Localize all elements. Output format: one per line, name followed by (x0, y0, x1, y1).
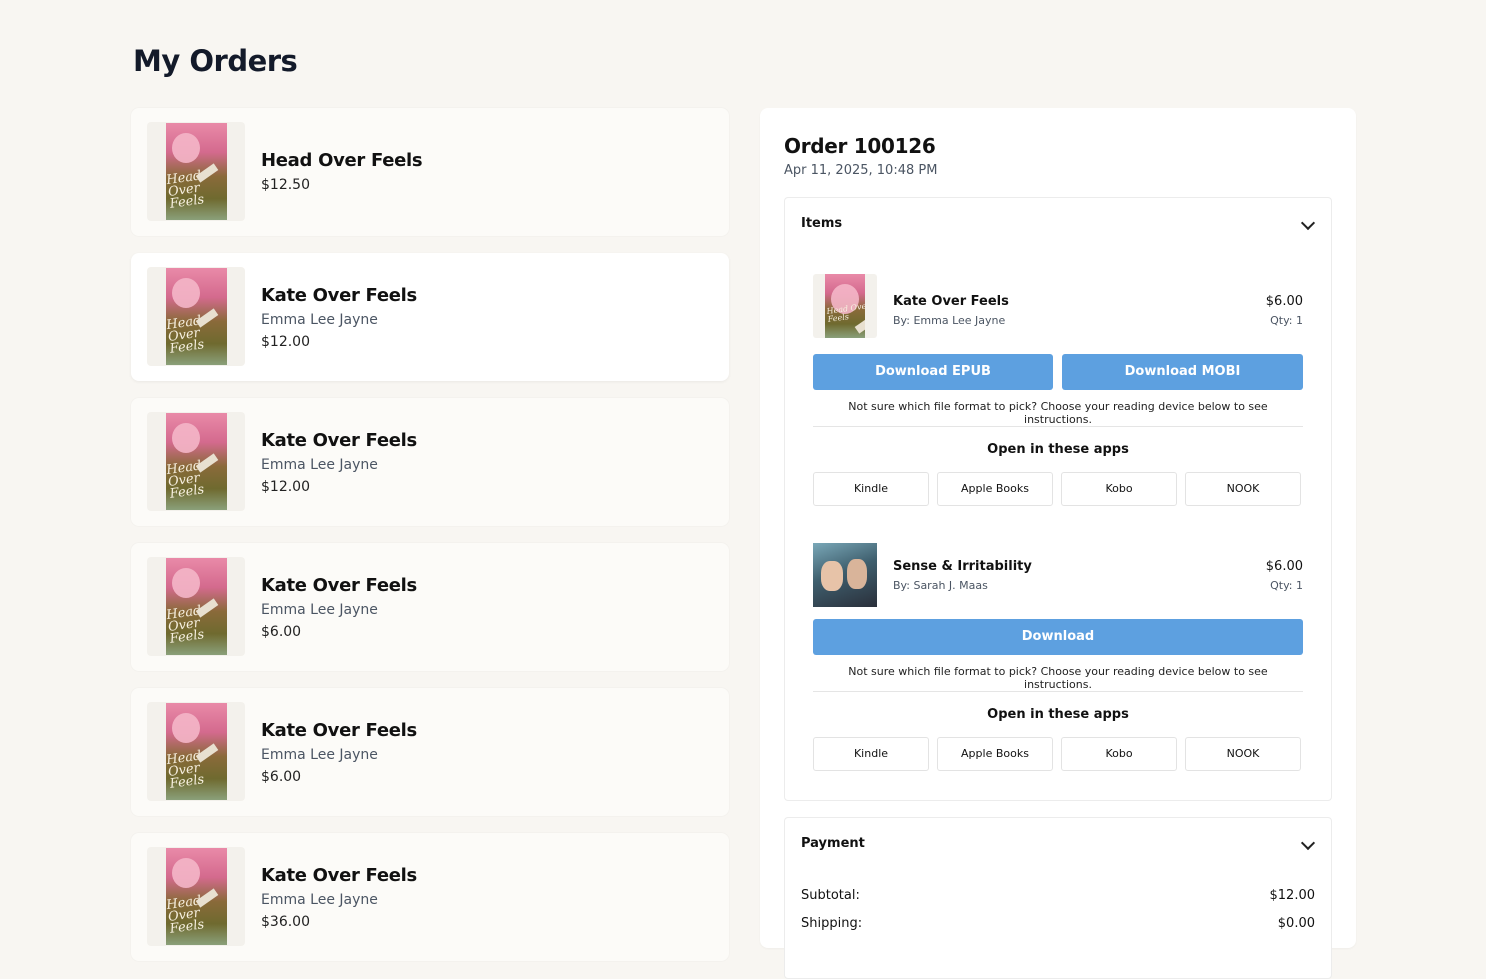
format-hint: Not sure which file format to pick? Choo… (848, 400, 1268, 426)
apps-title: Open in these apps (987, 442, 1129, 457)
order-author: Emma Lee Jayne (261, 457, 378, 473)
shipping-label: Shipping: (801, 916, 863, 931)
order-number: Order 100126 (784, 134, 936, 158)
item-author: By: Sarah J. Maas (893, 579, 988, 592)
order-card[interactable]: Head Over Feels Kate Over Feels Emma Lee… (131, 688, 729, 816)
payment-section: Payment Subtotal: $12.00 Shipping: $0.00 (784, 817, 1332, 979)
kindle-button[interactable]: Kindle (813, 472, 929, 506)
order-title: Kate Over Feels (261, 285, 417, 306)
chevron-down-icon[interactable] (1300, 215, 1316, 231)
format-hint: Not sure which file format to pick? Choo… (848, 665, 1268, 691)
divider (813, 691, 1303, 692)
book-cover-image: Head Over Feels (825, 274, 865, 338)
book-cover-image: Head Over Feels (165, 413, 227, 510)
kobo-button[interactable]: Kobo (1061, 472, 1177, 506)
book-cover-image: Head Over Feels (165, 558, 227, 655)
subtotal-value: $12.00 (1269, 888, 1316, 903)
item-price: $6.00 (1265, 559, 1303, 574)
download-epub-button[interactable]: Download EPUB (813, 354, 1053, 390)
order-title: Kate Over Feels (261, 720, 417, 741)
order-cover: Head Over Feels (147, 267, 245, 366)
nook-button[interactable]: NOOK (1185, 737, 1301, 771)
order-price: $12.00 (261, 479, 310, 495)
kobo-button[interactable]: Kobo (1061, 737, 1177, 771)
book-cover-image: Head Over Feels (165, 123, 227, 220)
order-detail-panel: Order 100126 Apr 11, 2025, 10:48 PM Item… (760, 108, 1356, 979)
item-qty: Qty: 1 (1270, 314, 1303, 327)
chevron-down-icon[interactable] (1300, 835, 1316, 851)
order-cover: Head Over Feels (147, 412, 245, 511)
order-price: $12.50 (261, 177, 310, 193)
order-item: Head Over Feels Kate Over Feels By: Emma… (813, 274, 1303, 506)
apple-books-button[interactable]: Apple Books (937, 737, 1053, 771)
order-price: $6.00 (261, 769, 302, 785)
book-cover-image: Head Over Feels (165, 703, 227, 800)
item-price: $6.00 (1265, 294, 1303, 309)
shipping-value: $0.00 (1277, 916, 1315, 931)
payment-section-header[interactable]: Payment (801, 836, 865, 851)
apps-title: Open in these apps (987, 707, 1129, 722)
order-cover: Head Over Feels (147, 702, 245, 801)
items-section-header[interactable]: Items (801, 216, 842, 231)
download-button[interactable]: Download (813, 619, 1303, 655)
order-card[interactable]: Head Over Feels Kate Over Feels Emma Lee… (131, 398, 729, 526)
page-title: My Orders (133, 44, 298, 78)
order-price: $6.00 (261, 624, 302, 640)
order-item: Sense & Irritability By: Sarah J. Maas $… (813, 543, 1303, 773)
order-title: Head Over Feels (261, 150, 423, 171)
order-card[interactable]: Head Over Feels Head Over Feels $12.50 (131, 108, 729, 236)
order-title: Kate Over Feels (261, 575, 417, 596)
order-cover: Head Over Feels (147, 847, 245, 946)
order-author: Emma Lee Jayne (261, 312, 378, 328)
order-cover: Head Over Feels (147, 122, 245, 221)
order-author: Emma Lee Jayne (261, 602, 378, 618)
apple-books-button[interactable]: Apple Books (937, 472, 1053, 506)
book-cover-image: Head Over Feels (165, 268, 227, 365)
order-card[interactable]: Head Over Feels Kate Over Feels Emma Lee… (131, 543, 729, 671)
order-card[interactable]: Head Over Feels Kate Over Feels Emma Lee… (131, 833, 729, 961)
order-cover: Head Over Feels (147, 557, 245, 656)
item-cover (813, 543, 877, 607)
order-author: Emma Lee Jayne (261, 747, 378, 763)
items-section: Items Head Over Feels Kate Over Feels By… (784, 197, 1332, 801)
order-title: Kate Over Feels (261, 430, 417, 451)
kindle-button[interactable]: Kindle (813, 737, 929, 771)
book-cover-image: Head Over Feels (165, 848, 227, 945)
subtotal-row: Subtotal: $12.00 (801, 888, 1315, 903)
order-author: Emma Lee Jayne (261, 892, 378, 908)
orders-list: Head Over Feels Head Over Feels $12.50 H… (131, 108, 729, 978)
item-cover: Head Over Feels (813, 274, 877, 338)
download-mobi-button[interactable]: Download MOBI (1062, 354, 1303, 390)
nook-button[interactable]: NOOK (1185, 472, 1301, 506)
order-card-selected[interactable]: Head Over Feels Kate Over Feels Emma Lee… (131, 253, 729, 381)
book-cover-image (813, 543, 877, 607)
divider (813, 426, 1303, 427)
order-date: Apr 11, 2025, 10:48 PM (784, 163, 938, 178)
item-qty: Qty: 1 (1270, 579, 1303, 592)
order-title: Kate Over Feels (261, 865, 417, 886)
shipping-row: Shipping: $0.00 (801, 916, 1315, 931)
item-title: Kate Over Feels (893, 294, 1009, 309)
order-price: $12.00 (261, 334, 310, 350)
subtotal-label: Subtotal: (801, 888, 860, 903)
item-title: Sense & Irritability (893, 559, 1032, 574)
item-author: By: Emma Lee Jayne (893, 314, 1006, 327)
